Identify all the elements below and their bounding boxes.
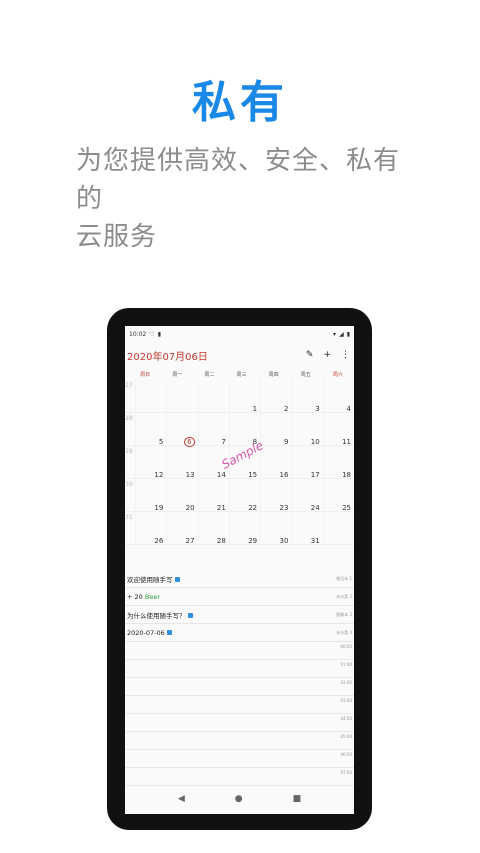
day-cell[interactable]: 20 (166, 479, 197, 512)
timeline-row[interactable]: 06:00 (125, 750, 354, 768)
timeline: 00:00 01:00 02:00 03:00 04:00 05:00 06:0… (125, 642, 354, 786)
day-cell[interactable] (322, 512, 354, 545)
edit-icon[interactable]: ✎ (306, 350, 314, 360)
date-title[interactable]: 2020年07月06日 (127, 348, 208, 363)
week-number: 31 (125, 514, 133, 521)
back-icon[interactable]: ◀ (178, 794, 185, 804)
timeline-row[interactable]: 04:00 (125, 714, 354, 732)
day-cell[interactable]: 5 (135, 413, 166, 446)
weekday-mon: 周一 (172, 371, 183, 378)
wifi-icon: ▾ (333, 330, 337, 338)
day-cell[interactable]: 7 (197, 413, 229, 446)
promo-headline: 私有 (192, 77, 288, 128)
weekday-sun: 周日 (140, 371, 151, 378)
week-row: 31 26 27 28 29 30 31 (125, 512, 354, 545)
list-item[interactable]: 欢迎使用随手写 笔记本 1 (125, 570, 354, 588)
day-cell[interactable]: 22 (228, 479, 260, 512)
week-row: 27 1 2 3 4 (125, 380, 354, 413)
toolbar: 2020年07月06日 ✎ + ⋮ (125, 342, 354, 368)
timeline-row[interactable]: 00:00 (125, 642, 354, 660)
status-bar: 10:02 ♡ ▮ ▾ ◢ ▮ (125, 326, 354, 342)
list-item[interactable]: 2020-07-06 未分类 4 (125, 624, 354, 642)
weekday-fri: 周五 (300, 371, 311, 378)
image-icon (187, 613, 193, 618)
note-list: 欢迎使用随手写 笔记本 1 + 20 Beer 未分类 2 为什么使用随手写？ … (125, 570, 354, 642)
day-cell[interactable]: 4 (322, 380, 354, 413)
day-cell[interactable]: 2 (260, 380, 291, 413)
week-row: 28 5 6 7 8 9 10 11 (125, 413, 354, 447)
image-icon (174, 577, 180, 582)
add-icon[interactable]: + (323, 350, 331, 360)
image-icon (166, 630, 172, 635)
day-cell[interactable]: 31 (291, 512, 322, 545)
timeline-row[interactable]: 01:00 (125, 660, 354, 678)
calendar-grid: 27 1 2 3 4 28 5 6 7 8 9 10 11 29 12 13 1… (125, 380, 354, 570)
day-cell[interactable]: 29 (228, 512, 260, 545)
day-cell[interactable]: 11 (322, 413, 354, 446)
list-item[interactable]: 为什么使用随手写？ 图解本 3 (125, 606, 354, 624)
week-number: 30 (125, 481, 133, 488)
day-cell[interactable]: 17 (291, 446, 322, 479)
day-cell[interactable]: 18 (322, 446, 354, 479)
day-cell[interactable] (166, 380, 197, 413)
heart-icon: ♡ (149, 330, 155, 338)
promo-subtitle-line2: 云服务 (76, 222, 158, 252)
day-cell[interactable] (197, 380, 229, 413)
day-cell[interactable] (135, 380, 166, 413)
day-cell[interactable]: 30 (260, 512, 291, 545)
day-cell[interactable]: 28 (197, 512, 229, 545)
day-cell[interactable]: 21 (197, 479, 229, 512)
timeline-row[interactable]: 05:00 (125, 732, 354, 750)
day-cell[interactable]: 27 (166, 512, 197, 545)
sd-card-icon: ▮ (157, 330, 161, 338)
home-icon[interactable]: ● (235, 794, 243, 804)
day-cell[interactable]: 3 (291, 380, 322, 413)
day-cell[interactable]: 23 (260, 479, 291, 512)
day-cell[interactable]: 19 (135, 479, 166, 512)
tablet-mockup: 10:02 ♡ ▮ ▾ ◢ ▮ 2020年07月06日 ✎ + ⋮ 周日 周一 … (107, 308, 372, 830)
week-number: 28 (125, 415, 133, 422)
timeline-row[interactable]: 02:00 (125, 678, 354, 696)
day-cell[interactable]: 10 (291, 413, 322, 446)
weekday-tue: 周二 (204, 371, 215, 378)
recents-icon[interactable]: ■ (293, 794, 302, 804)
week-number: 27 (125, 382, 133, 389)
more-icon[interactable]: ⋮ (341, 350, 350, 360)
weekday-thu: 周四 (268, 371, 279, 378)
promo-subtitle: 为您提供高效、安全、私有的 云服务 (76, 142, 416, 256)
weekday-sat: 周六 (332, 371, 343, 378)
day-cell[interactable]: 1 (228, 380, 260, 413)
status-time: 10:02 (129, 330, 147, 338)
day-cell[interactable]: 9 (260, 413, 291, 446)
weekday-header: 周日 周一 周二 周三 周四 周五 周六 (125, 368, 354, 380)
list-item[interactable]: + 20 Beer 未分类 2 (125, 588, 354, 606)
battery-icon: ▮ (346, 330, 350, 338)
day-cell[interactable]: 12 (135, 446, 166, 479)
day-cell-today[interactable]: 6 (166, 413, 197, 447)
week-number: 29 (125, 448, 133, 455)
day-cell[interactable]: 25 (322, 479, 354, 512)
signal-icon: ◢ (339, 330, 344, 338)
day-cell[interactable]: 26 (135, 512, 166, 545)
system-nav-bar: ◀ ● ■ (125, 784, 354, 814)
weekday-wed: 周三 (236, 371, 247, 378)
promo-subtitle-line1: 为您提供高效、安全、私有的 (76, 146, 401, 214)
day-cell[interactable]: 13 (166, 446, 197, 479)
timeline-row[interactable]: 03:00 (125, 696, 354, 714)
tablet-screen: 10:02 ♡ ▮ ▾ ◢ ▮ 2020年07月06日 ✎ + ⋮ 周日 周一 … (125, 326, 354, 814)
day-cell[interactable]: 24 (291, 479, 322, 512)
week-row: 30 19 20 21 22 23 24 25 (125, 479, 354, 512)
